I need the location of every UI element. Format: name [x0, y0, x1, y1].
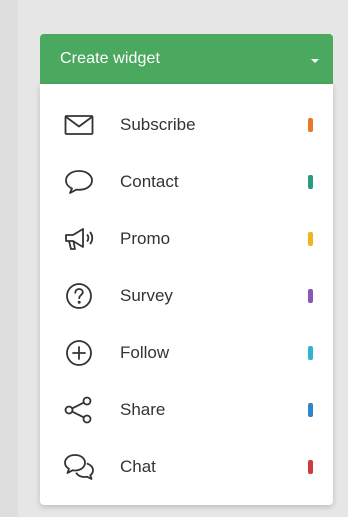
create-widget-dropdown: Create widget Subscribe Contact Promo Su… [40, 34, 333, 505]
envelope-icon [62, 110, 96, 140]
plus-circle-icon [62, 338, 96, 368]
menu-item-label: Follow [120, 342, 170, 362]
menu-item-label: Share [120, 399, 166, 419]
menu-item-share[interactable]: Share [40, 381, 333, 438]
menu-item-label: Chat [120, 456, 156, 476]
menu-item-chat[interactable]: Chat [40, 438, 333, 495]
menu-item-label: Contact [120, 171, 179, 191]
menu-item-survey[interactable]: Survey [40, 267, 333, 324]
color-tag [308, 231, 313, 246]
chat-bubbles-icon [62, 452, 96, 482]
color-tag [308, 402, 313, 417]
menu-item-label: Survey [120, 285, 173, 305]
menu-item-label: Promo [120, 228, 171, 248]
chevron-down-icon [311, 58, 319, 63]
share-icon [62, 395, 96, 425]
menu-item-promo[interactable]: Promo [40, 210, 333, 267]
menu-item-contact[interactable]: Contact [40, 153, 333, 210]
speech-bubble-icon [62, 167, 96, 197]
color-tag [308, 117, 313, 132]
color-tag [308, 174, 313, 189]
megaphone-icon [62, 224, 96, 254]
widget-menu: Subscribe Contact Promo Survey Follow Sh… [40, 84, 333, 505]
menu-item-follow[interactable]: Follow [40, 324, 333, 381]
menu-item-subscribe[interactable]: Subscribe [40, 96, 333, 153]
color-tag [308, 345, 313, 360]
create-widget-label: Create widget [60, 50, 161, 67]
menu-item-label: Subscribe [120, 114, 196, 134]
color-tag [308, 288, 313, 303]
question-circle-icon [62, 281, 96, 311]
color-tag [308, 459, 313, 474]
create-widget-button[interactable]: Create widget [40, 34, 333, 84]
